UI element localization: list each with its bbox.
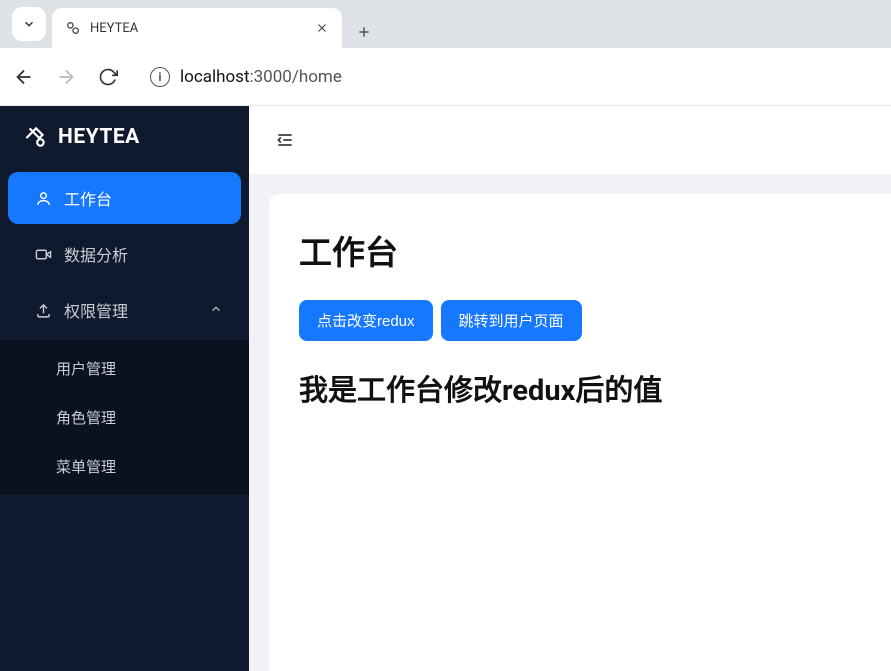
sidebar-header: HEYTEA — [0, 106, 249, 166]
reload-icon — [98, 67, 118, 87]
tab-title: HEYTEA — [90, 21, 306, 36]
sidebar-toggle-button[interactable] — [275, 130, 295, 150]
browser-tab[interactable]: HEYTEA — [52, 8, 342, 48]
arrow-left-icon — [13, 66, 35, 88]
close-tab-button[interactable] — [314, 20, 330, 36]
menu-fold-icon — [275, 130, 295, 150]
sidebar-item-label: 数据分析 — [64, 242, 128, 266]
forward-button[interactable] — [54, 65, 78, 89]
button-row: 点击改变redux 跳转到用户页面 — [299, 300, 861, 341]
sidebar-item-permissions[interactable]: 权限管理 — [8, 284, 241, 336]
app: HEYTEA 工作台 数据分析 权限管理 — [0, 106, 891, 671]
submenu-permissions: 用户管理 角色管理 菜单管理 — [0, 340, 249, 495]
tab-search-button[interactable] — [12, 7, 46, 41]
sidebar: HEYTEA 工作台 数据分析 权限管理 — [0, 106, 249, 671]
sidebar-item-label: 工作台 — [64, 186, 112, 210]
sub-heading: 我是工作台修改redux后的值 — [299, 367, 861, 409]
submenu-item-label: 用户管理 — [56, 360, 116, 378]
sidebar-item-label: 权限管理 — [64, 298, 128, 322]
address-bar[interactable]: i localhost:3000/home — [138, 58, 879, 96]
close-icon — [315, 21, 329, 35]
sidebar-menu: 工作台 数据分析 权限管理 — [0, 166, 249, 336]
reload-button[interactable] — [96, 65, 120, 89]
browser-chrome: HEYTEA i localhost:3000/home — [0, 0, 891, 106]
goto-user-button[interactable]: 跳转到用户页面 — [441, 300, 582, 341]
topbar — [249, 106, 891, 174]
user-icon — [34, 189, 52, 207]
upload-icon — [34, 301, 52, 319]
url-text: localhost:3000/home — [180, 67, 342, 87]
brand-icon — [22, 124, 48, 150]
site-info-icon[interactable]: i — [150, 67, 170, 87]
plus-icon — [356, 24, 372, 40]
brand-name: HEYTEA — [58, 125, 140, 149]
change-redux-button[interactable]: 点击改变redux — [299, 300, 433, 341]
chevron-down-icon — [22, 17, 36, 31]
submenu-item-menus[interactable]: 菜单管理 — [0, 442, 249, 491]
sidebar-item-analytics[interactable]: 数据分析 — [8, 228, 241, 280]
content-card: 工作台 点击改变redux 跳转到用户页面 我是工作台修改redux后的值 — [269, 194, 891, 671]
submenu-item-label: 角色管理 — [56, 409, 116, 427]
chevron-up-icon — [209, 301, 223, 320]
arrow-right-icon — [55, 66, 77, 88]
page-title: 工作台 — [299, 226, 861, 274]
tab-favicon — [64, 19, 82, 37]
submenu-item-users[interactable]: 用户管理 — [0, 344, 249, 393]
back-button[interactable] — [12, 65, 36, 89]
tab-bar: HEYTEA — [0, 0, 891, 48]
content-wrap: 工作台 点击改变redux 跳转到用户页面 我是工作台修改redux后的值 — [249, 174, 891, 671]
submenu-item-label: 菜单管理 — [56, 458, 116, 476]
new-tab-button[interactable] — [348, 16, 380, 48]
main: 工作台 点击改变redux 跳转到用户页面 我是工作台修改redux后的值 — [249, 106, 891, 671]
video-icon — [34, 245, 52, 263]
nav-bar: i localhost:3000/home — [0, 48, 891, 106]
submenu-item-roles[interactable]: 角色管理 — [0, 393, 249, 442]
sidebar-item-workbench[interactable]: 工作台 — [8, 172, 241, 224]
